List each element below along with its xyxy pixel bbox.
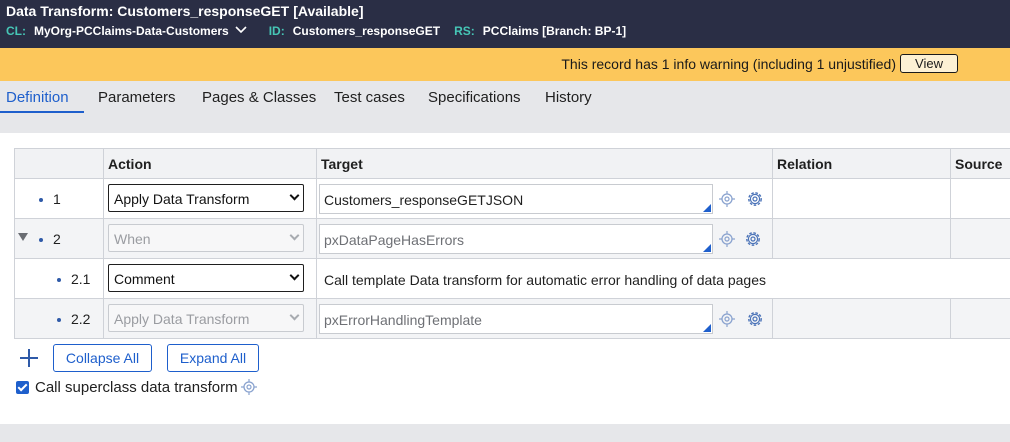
target-icon[interactable] [719,311,735,327]
record-meta: CL: MyOrg-PCClaims-Data-Customers ID: Cu… [6,24,626,38]
definition-panel: Action Target Relation Source 1 Apply Da… [0,133,1010,424]
table-row[interactable]: 2.1 Comment Call template Data transform… [14,258,1010,299]
grid-header-target[interactable]: Target [316,148,773,179]
gear-icon[interactable] [745,189,765,209]
gear-icon[interactable] [745,309,765,329]
target-input[interactable]: pxErrorHandlingTemplate [319,304,713,334]
action-cell: Apply Data Transform [103,298,317,339]
target-cell: Customers_responseGETJSON [316,178,773,219]
tab-bar: Definition Parameters Pages & Classes Te… [0,81,1010,133]
chevron-down-icon [289,270,300,281]
record-title-text: Data Transform: Customers_responseGET [6,3,290,19]
cl-label: CL: [6,24,26,38]
relation-cell [772,178,951,219]
source-cell [950,218,1010,259]
action-select[interactable]: When [108,224,304,252]
source-cell [950,178,1010,219]
target-icon[interactable] [719,191,735,207]
transform-grid: Action Target Relation Source 1 Apply Da… [14,148,1010,339]
relation-cell [772,298,951,339]
action-cell: Apply Data Transform [103,178,317,219]
action-select[interactable]: Comment [108,264,304,292]
tab-pages-classes[interactable]: Pages & Classes [202,89,316,106]
collapse-triangle-icon[interactable] [18,233,28,241]
bullet-icon [57,278,61,283]
action-select[interactable]: Apply Data Transform [108,304,304,332]
row-index-cell: 2.1 [14,258,104,299]
autocomplete-corner-icon [703,204,711,212]
tab-parameters[interactable]: Parameters [98,89,176,106]
autocomplete-corner-icon [703,244,711,252]
comment-cell: Call template Data transform for automat… [316,258,1010,299]
row-index-cell: 2.2 [14,298,104,339]
collapse-all-button[interactable]: Collapse All [53,344,152,372]
chevron-down-icon [289,230,300,241]
superclass-checkbox[interactable] [16,381,29,394]
id-value: Customers_responseGET [292,24,441,38]
row-index-cell: 2 [14,218,104,259]
target-icon[interactable] [241,379,257,395]
expand-all-button[interactable]: Expand All [167,344,259,372]
table-row[interactable]: 1 Apply Data Transform Customers_respons… [14,178,1010,219]
record-header: Data Transform: Customers_responseGET [Av… [0,0,1010,48]
row-number: 2.2 [57,311,90,327]
action-cell: Comment [103,258,317,299]
warning-bar: This record has 1 info warning (includin… [0,48,1010,81]
tab-definition[interactable]: Definition [6,89,69,106]
bullet-icon [39,198,43,203]
record-status: [Available] [293,3,364,19]
chevron-down-icon [289,190,300,201]
row-number: 2.1 [57,271,90,287]
target-cell: pxErrorHandlingTemplate [316,298,773,339]
grid-header-relation[interactable]: Relation [772,148,951,179]
chevron-down-icon[interactable] [235,25,247,37]
cl-value[interactable]: MyOrg-PCClaims-Data-Customers [34,24,229,38]
comment-input[interactable]: Call template Data transform for automat… [319,264,1010,294]
target-input[interactable]: pxDataPageHasErrors [319,224,713,254]
add-row-icon[interactable] [20,349,38,367]
superclass-label: Call superclass data transform [35,379,238,396]
id-label: ID: [268,24,285,38]
grid-header-row: Action Target Relation Source [14,148,1010,179]
table-row[interactable]: 2 When pxDataPageHasErrors [14,218,1010,259]
row-number: 2 [39,231,61,247]
rs-label: RS: [454,24,475,38]
row-number: 1 [39,191,61,207]
tab-test-cases[interactable]: Test cases [334,89,405,106]
warning-text: This record has 1 info warning (includin… [561,56,896,72]
tab-history[interactable]: History [545,89,592,106]
table-row[interactable]: 2.2 Apply Data Transform pxErrorHandling… [14,298,1010,339]
action-select[interactable]: Apply Data Transform [108,184,304,212]
action-cell: When [103,218,317,259]
gear-icon[interactable] [743,229,763,249]
bullet-icon [57,318,61,323]
grid-header-action[interactable]: Action [103,148,317,179]
view-warnings-button[interactable]: View [900,54,958,73]
rs-value: PCClaims [Branch: BP-1] [482,24,627,38]
row-index-cell: 1 [14,178,104,219]
target-cell: pxDataPageHasErrors [316,218,773,259]
chevron-down-icon [289,310,300,321]
active-tab-indicator [0,111,84,113]
target-icon[interactable] [719,231,735,247]
target-input[interactable]: Customers_responseGETJSON [319,184,713,214]
source-cell [950,298,1010,339]
bullet-icon [39,238,43,243]
tab-specifications[interactable]: Specifications [428,89,521,106]
grid-header-source[interactable]: Source [950,148,1010,179]
autocomplete-corner-icon [703,324,711,332]
record-title: Data Transform: Customers_responseGET [Av… [6,3,363,19]
grid-header-index [14,148,104,179]
relation-cell [772,218,951,259]
